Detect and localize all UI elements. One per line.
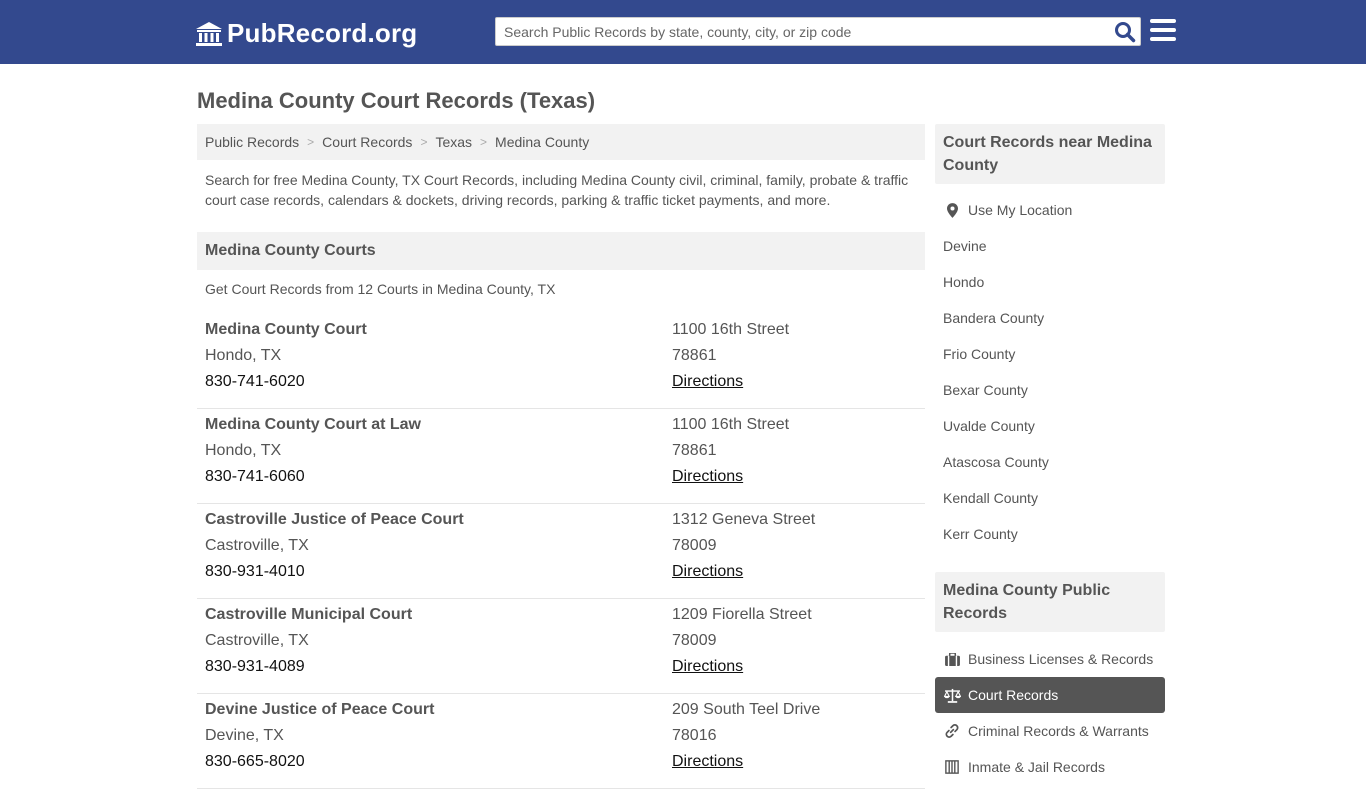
top-nav-bar: PubRecord.org bbox=[0, 0, 1366, 64]
court-name[interactable]: Devine Justice of Peace Court bbox=[205, 701, 434, 719]
breadcrumb-court-records[interactable]: Court Records bbox=[322, 134, 412, 150]
breadcrumb: Public Records > Court Records > Texas >… bbox=[197, 124, 925, 160]
court-list: Medina County Court Hondo, TX 830-741-60… bbox=[197, 314, 925, 789]
directions-link[interactable]: Directions bbox=[672, 373, 743, 391]
directions-link[interactable]: Directions bbox=[672, 658, 743, 676]
sidebar-near-list: Use My Location Devine Hondo Bandera Cou… bbox=[935, 192, 1165, 552]
court-zip: 78861 bbox=[672, 442, 717, 459]
directions-link[interactable]: Directions bbox=[672, 753, 743, 771]
search-icon bbox=[1115, 22, 1136, 43]
court-phone[interactable]: 830-931-4089 bbox=[205, 658, 305, 676]
breadcrumb-current: Medina County bbox=[495, 134, 590, 150]
chevron-right-icon: > bbox=[420, 135, 428, 149]
directions-link[interactable]: Directions bbox=[672, 563, 743, 581]
sidebar-item-kerr-county[interactable]: Kerr County bbox=[935, 516, 1165, 552]
sidebar-item-bandera-county[interactable]: Bandera County bbox=[935, 300, 1165, 336]
search-button[interactable] bbox=[1114, 21, 1136, 43]
sidebar-item-inmate-records[interactable]: Inmate & Jail Records bbox=[935, 749, 1165, 785]
court-address: 1100 16th Street bbox=[672, 416, 790, 433]
sidebar-near-title: Court Records near Medina County bbox=[935, 124, 1165, 184]
sidebar-item-hondo[interactable]: Hondo bbox=[935, 264, 1165, 300]
logo-text: PubRecord.org bbox=[227, 18, 418, 48]
sidebar-item-label: Inmate & Jail Records bbox=[968, 759, 1105, 775]
chevron-right-icon: > bbox=[307, 135, 315, 149]
site-logo[interactable]: PubRecord.org bbox=[195, 18, 417, 49]
court-city: Castroville, TX bbox=[205, 537, 309, 554]
court-city: Hondo, TX bbox=[205, 442, 282, 459]
chevron-right-icon: > bbox=[480, 135, 488, 149]
sidebar-public-list: Business Licenses & Records Court Record… bbox=[935, 641, 1165, 785]
court-item: Medina County Court Hondo, TX 830-741-60… bbox=[197, 314, 925, 409]
sidebar-item-atascosa-county[interactable]: Atascosa County bbox=[935, 444, 1165, 480]
map-marker-icon bbox=[943, 202, 961, 218]
breadcrumb-public-records[interactable]: Public Records bbox=[205, 134, 299, 150]
courts-section-subtitle: Get Court Records from 12 Courts in Medi… bbox=[205, 281, 556, 297]
court-city: Devine, TX bbox=[205, 727, 284, 744]
court-phone[interactable]: 830-741-6060 bbox=[205, 468, 305, 486]
court-address: 1209 Fiorella Street bbox=[672, 606, 812, 623]
sidebar-item-label: Business Licenses & Records bbox=[968, 651, 1154, 667]
sidebar-item-frio-county[interactable]: Frio County bbox=[935, 336, 1165, 372]
use-my-location-link[interactable]: Use My Location bbox=[935, 192, 1165, 228]
breadcrumb-texas[interactable]: Texas bbox=[435, 134, 472, 150]
sidebar-public-title: Medina County Public Records bbox=[935, 572, 1165, 632]
courts-section-title: Medina County Courts bbox=[197, 232, 925, 270]
scales-icon bbox=[943, 687, 961, 703]
court-address: 1312 Geneva Street bbox=[672, 511, 816, 528]
court-phone[interactable]: 830-665-8020 bbox=[205, 753, 305, 771]
court-city: Castroville, TX bbox=[205, 632, 309, 649]
directions-link[interactable]: Directions bbox=[672, 468, 743, 486]
court-zip: 78861 bbox=[672, 347, 717, 364]
court-phone[interactable]: 830-741-6020 bbox=[205, 373, 305, 391]
briefcase-icon bbox=[943, 651, 961, 667]
intro-text: Search for free Medina County, TX Court … bbox=[205, 172, 909, 208]
sidebar-item-court-records[interactable]: Court Records bbox=[935, 677, 1165, 713]
court-name[interactable]: Medina County Court at Law bbox=[205, 416, 421, 434]
court-city: Hondo, TX bbox=[205, 347, 282, 364]
courthouse-icon bbox=[196, 21, 222, 46]
court-zip: 78009 bbox=[672, 632, 717, 649]
link-icon bbox=[943, 723, 961, 739]
court-phone[interactable]: 830-931-4010 bbox=[205, 563, 305, 581]
jail-icon bbox=[943, 759, 961, 775]
court-address: 209 South Teel Drive bbox=[672, 701, 821, 718]
sidebar-item-uvalde-county[interactable]: Uvalde County bbox=[935, 408, 1165, 444]
sidebar-item-business-licenses[interactable]: Business Licenses & Records bbox=[935, 641, 1165, 677]
court-address: 1100 16th Street bbox=[672, 321, 790, 338]
sidebar-item-bexar-county[interactable]: Bexar County bbox=[935, 372, 1165, 408]
sidebar-item-devine[interactable]: Devine bbox=[935, 228, 1165, 264]
hamburger-menu-icon[interactable] bbox=[1150, 19, 1176, 43]
court-item: Castroville Municipal Court Castroville,… bbox=[197, 599, 925, 694]
page-title: Medina County Court Records (Texas) bbox=[197, 88, 596, 113]
sidebar-item-label: Criminal Records & Warrants bbox=[968, 723, 1149, 739]
court-item: Medina County Court at Law Hondo, TX 830… bbox=[197, 409, 925, 504]
search-input[interactable] bbox=[496, 18, 1106, 45]
court-name[interactable]: Castroville Municipal Court bbox=[205, 606, 412, 624]
court-name[interactable]: Castroville Justice of Peace Court bbox=[205, 511, 464, 529]
court-item: Devine Justice of Peace Court Devine, TX… bbox=[197, 694, 925, 789]
sidebar-item-label: Court Records bbox=[968, 687, 1059, 703]
sidebar-item-label: Use My Location bbox=[968, 202, 1073, 218]
court-name[interactable]: Medina County Court bbox=[205, 321, 367, 339]
court-zip: 78009 bbox=[672, 537, 717, 554]
court-zip: 78016 bbox=[672, 727, 717, 744]
sidebar-item-criminal-records[interactable]: Criminal Records & Warrants bbox=[935, 713, 1165, 749]
court-item: Castroville Justice of Peace Court Castr… bbox=[197, 504, 925, 599]
sidebar-item-kendall-county[interactable]: Kendall County bbox=[935, 480, 1165, 516]
search-box bbox=[495, 17, 1141, 46]
